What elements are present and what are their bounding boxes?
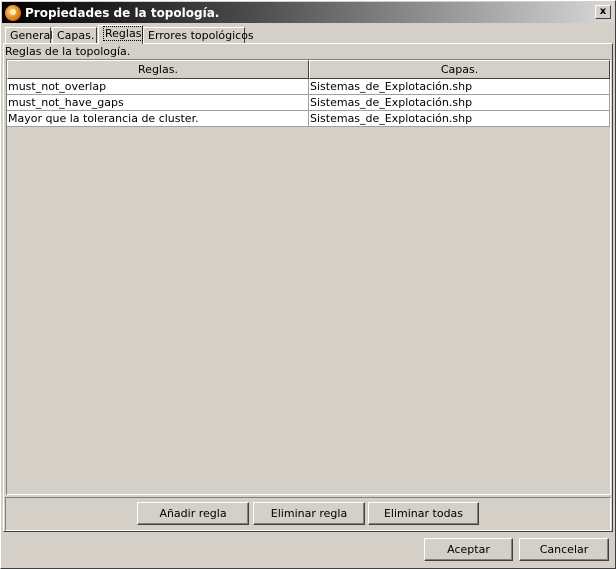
section-label: Reglas de la topología. [5, 45, 131, 58]
close-button[interactable]: x [595, 5, 611, 19]
table-header: Reglas. Capas. [7, 60, 610, 79]
topology-properties-dialog: Propiedades de la topología. x General C… [0, 0, 616, 569]
layer-cell[interactable]: Sistemas_de_Explotación.shp [309, 95, 610, 111]
rules-button-bar: Añadir regla Eliminar regla Eliminar tod… [5, 497, 611, 531]
rule-cell[interactable]: must_not_have_gaps [7, 95, 309, 111]
accept-button[interactable]: Aceptar [424, 538, 513, 561]
table-row[interactable]: must_not_overlap Sistemas_de_Explotación… [7, 79, 610, 95]
table-row[interactable]: Mayor que la tolerancia de cluster. Sist… [7, 111, 610, 127]
title-bar[interactable]: Propiedades de la topología. x [2, 2, 614, 23]
table-row[interactable]: must_not_have_gaps Sistemas_de_Explotaci… [7, 95, 610, 111]
app-icon [5, 4, 21, 21]
column-header-reglas[interactable]: Reglas. [7, 60, 309, 79]
rules-table[interactable]: Reglas. Capas. must_not_overlap Sistemas… [6, 59, 611, 495]
close-icon: x [599, 6, 607, 17]
rule-cell[interactable]: Mayor que la tolerancia de cluster. [7, 111, 309, 127]
window-title: Propiedades de la topología. [25, 5, 220, 20]
tab-general[interactable]: General [5, 27, 53, 43]
layer-cell[interactable]: Sistemas_de_Explotación.shp [309, 79, 610, 95]
column-header-capas[interactable]: Capas. [309, 60, 610, 79]
tab-errores-topologicos[interactable]: Errores topológicos [143, 27, 254, 43]
remove-rule-button[interactable]: Eliminar regla [253, 502, 365, 525]
remove-all-rules-button[interactable]: Eliminar todas [368, 502, 479, 525]
tab-capas[interactable]: Capas. [52, 27, 97, 43]
rule-cell[interactable]: must_not_overlap [7, 79, 309, 95]
add-rule-button[interactable]: Añadir regla [137, 502, 249, 525]
layer-cell[interactable]: Sistemas_de_Explotación.shp [309, 111, 610, 127]
tab-reglas[interactable]: Reglas [98, 25, 144, 44]
cancel-button[interactable]: Cancelar [519, 538, 609, 561]
